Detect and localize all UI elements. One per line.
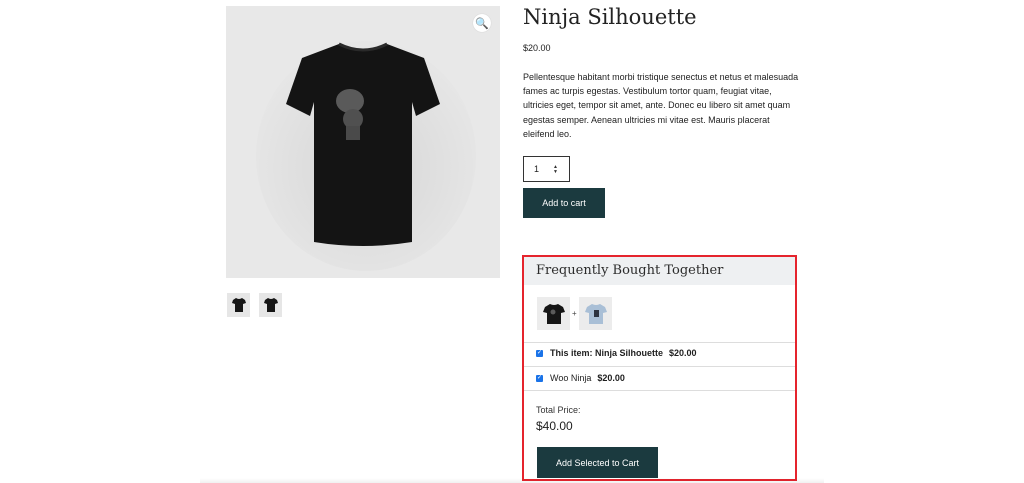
- fbt-item-image[interactable]: [579, 297, 612, 330]
- fbt-item-label: Woo Ninja: [550, 373, 592, 383]
- quantity-value: 1: [534, 164, 540, 174]
- fbt-item-row[interactable]: ✓ This item: Ninja Silhouette $20.00: [536, 348, 697, 358]
- product-price: $20.00: [523, 43, 551, 53]
- frequently-bought-together: Frequently Bought Together + ✓ This item…: [522, 255, 797, 481]
- zoom-button[interactable]: 🔍: [473, 14, 491, 32]
- divider: [524, 342, 795, 343]
- tshirt-thumb-icon: [231, 298, 246, 312]
- checkbox[interactable]: ✓: [536, 374, 543, 382]
- fbt-title: Frequently Bought Together: [536, 263, 724, 278]
- divider: [524, 366, 795, 367]
- product-main-image[interactable]: [226, 6, 500, 278]
- add-selected-to-cart-button[interactable]: Add Selected to Cart: [537, 447, 658, 478]
- stepper-down-icon[interactable]: ▼: [553, 169, 558, 175]
- fbt-item-price: $20.00: [669, 348, 697, 358]
- page-bottom-shadow: [200, 478, 824, 483]
- product-title: Ninja Silhouette: [523, 5, 697, 29]
- divider: [524, 390, 795, 391]
- total-price-label: Total Price:: [536, 405, 581, 415]
- quantity-input[interactable]: 1 ▲ ▼: [523, 156, 570, 182]
- fbt-item-price: $20.00: [597, 373, 625, 383]
- tshirt-thumb-icon: [263, 298, 278, 312]
- plus-sign: +: [572, 309, 577, 318]
- magnifier-icon: 🔍: [475, 17, 489, 30]
- total-price-value: $40.00: [536, 419, 573, 433]
- gallery-thumbnail[interactable]: [227, 293, 250, 317]
- fbt-item-image[interactable]: [537, 297, 570, 330]
- quantity-stepper[interactable]: ▲ ▼: [552, 164, 559, 175]
- product-description: Pellentesque habitant morbi tristique se…: [523, 72, 799, 139]
- checkbox[interactable]: ✓: [536, 349, 543, 357]
- add-to-cart-button[interactable]: Add to cart: [523, 188, 605, 218]
- gallery-thumbnail[interactable]: [259, 293, 282, 317]
- fbt-item-label: This item: Ninja Silhouette: [550, 348, 664, 358]
- fbt-item-row[interactable]: ✓ Woo Ninja $20.00: [536, 373, 625, 383]
- blue-tshirt-image: [584, 303, 607, 324]
- tshirt-image: [256, 41, 476, 271]
- fbt-header: Frequently Bought Together: [524, 257, 795, 285]
- black-tshirt-image: [542, 303, 565, 324]
